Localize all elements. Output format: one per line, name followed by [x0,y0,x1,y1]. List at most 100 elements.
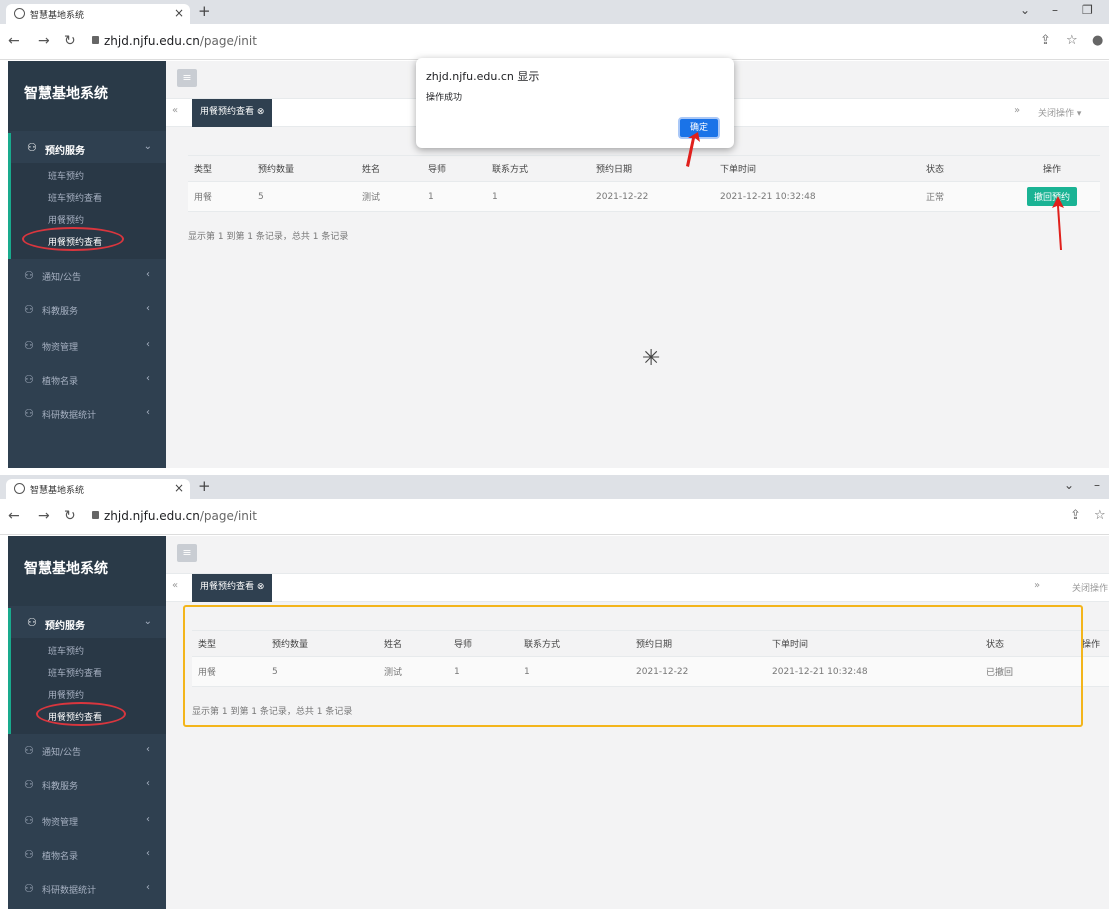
col-header: 类型 [188,155,252,182]
profile-icon[interactable]: ● [1092,33,1103,48]
browser-tab-title: 智慧基地系统 [30,486,85,496]
cell-order-time: 2021-12-21 10:32:48 [714,181,920,212]
table-header-row: 类型 预约数量 姓名 导师 联系方式 预约日期 下单时间 状态 操作 [188,155,1100,182]
tab-search-icon[interactable]: ⌄ [1064,478,1074,492]
red-arrow-icon [1052,196,1064,250]
tabs-scroll-right-icon[interactable]: » [1034,580,1040,591]
submenu-bus-booking[interactable]: 班车预约 [48,169,84,182]
sidebar: 智慧基地系统 ⚇ 预约服务 ⌄ 班车预约 班车预约查看 用餐预约 用餐预约查看 … [8,61,166,468]
menu-group-label: 预约服务 [45,146,85,157]
submenu-meal-booking[interactable]: 用餐预约 [48,688,84,701]
forward-icon[interactable]: → [38,508,50,524]
submenu-bus-booking-view[interactable]: 班车预约查看 [48,191,102,204]
col-header: 操作 [998,155,1100,182]
submenu-bus-booking[interactable]: 班车预约 [48,644,84,657]
chevron-left-icon: ‹ [146,848,150,859]
menu-item-research-stats[interactable]: ⚇ 科研数据统计 ‹ [8,880,166,900]
tabs-scroll-left-icon[interactable]: « [172,580,178,591]
share-icon[interactable]: ⇪ [1070,508,1081,523]
back-icon[interactable]: ← [8,508,20,524]
url-field[interactable]: zhjd.njfu.edu.cn/page/init [104,509,257,523]
bookmark-star-icon[interactable]: ☆ [1094,508,1106,523]
cluster-icon: ⚇ [24,882,34,895]
close-operations-dropdown[interactable]: 关闭操作 [1072,581,1108,594]
submenu-meal-booking[interactable]: 用餐预约 [48,213,84,226]
menu-item-materials[interactable]: ⚇ 物资管理 ‹ [8,812,166,832]
menu-item-label: 植物名录 [42,852,79,862]
tabs-scroll-right-icon[interactable]: » [1014,105,1020,116]
sidebar: 智慧基地系统 ⚇ 预约服务 ⌄ 班车预约 班车预约查看 用餐预约 用餐预约查看 … [8,536,166,909]
tab-meal-booking-view[interactable]: 用餐预约查看 ⊗ [192,99,273,127]
menu-item-label: 物资管理 [42,818,79,828]
submenu-bus-booking-view[interactable]: 班车预约查看 [48,666,102,679]
menu-item-label: 科教服务 [42,307,79,317]
menu-toggle-button[interactable]: ≡ [177,69,197,87]
menu-toggle-button[interactable]: ≡ [177,544,197,562]
share-icon[interactable]: ⇪ [1040,33,1051,48]
cluster-icon: ⚇ [24,778,34,791]
maximize-icon[interactable]: ❐ [1082,3,1093,17]
booking-table: 类型 预约数量 姓名 导师 联系方式 预约日期 下单时间 状态 操作 用餐 5 [188,155,1100,212]
menu-item-label: 科教服务 [42,782,79,792]
chevron-left-icon: ‹ [146,882,150,893]
new-tab-button[interactable]: + [198,2,211,20]
tab-close-icon[interactable]: × [174,6,184,20]
cluster-icon: ⚇ [24,744,34,757]
tab-search-icon[interactable]: ⌄ [1020,3,1030,17]
menu-group-reservation[interactable]: ⚇ 预约服务 ⌄ [8,133,166,163]
url-field[interactable]: zhjd.njfu.edu.cn/page/init [104,34,257,48]
col-header: 状态 [920,155,998,182]
bookmark-star-icon[interactable]: ☆ [1066,33,1078,48]
table-panel: 类型 预约数量 姓名 导师 联系方式 预约日期 下单时间 状态 操作 用餐 5 [176,139,1100,259]
cluster-icon: ⚇ [24,814,34,827]
menu-item-label: 通知/公告 [42,748,82,758]
browser-tab-title: 智慧基地系统 [30,11,85,21]
top-navbar: ≡ [166,536,1109,574]
brand-title: 智慧基地系统 [24,86,108,102]
col-header: 导师 [422,155,486,182]
menu-group-reservation[interactable]: ⚇ 预约服务 ⌄ [8,608,166,638]
chevron-left-icon: ‹ [146,407,150,418]
content-tabs: « 用餐预约查看 ⊗ » 关闭操作 [166,574,1109,602]
menu-item-materials[interactable]: ⚇ 物资管理 ‹ [8,337,166,357]
menu-item-research-stats[interactable]: ⚇ 科研数据统计 ‹ [8,405,166,425]
browser-tab-strip: 智慧基地系统 × + ⌄ – [0,475,1109,499]
col-header: 预约数量 [252,155,356,182]
reload-icon[interactable]: ↻ [64,33,76,49]
menu-item-plants[interactable]: ⚇ 植物名录 ‹ [8,371,166,391]
chevron-down-icon: ⌄ [143,141,152,152]
menu-item-science[interactable]: ⚇ 科教服务 ‹ [8,776,166,796]
cell-contact: 1 [486,181,590,212]
new-tab-button[interactable]: + [198,477,211,495]
close-operations-dropdown[interactable]: 关闭操作 ▾ [1038,106,1081,119]
cell-mentor: 1 [422,181,486,212]
globe-icon [14,8,25,19]
screenshot-before: 智慧基地系统 × + ⌄ – ❐ ← → ↻ zhjd.njfu.edu.cn/… [0,0,1109,468]
browser-tab[interactable]: 智慧基地系统 × [6,479,190,499]
tabs-scroll-left-icon[interactable]: « [172,105,178,116]
cluster-icon: ⚇ [24,848,34,861]
reload-icon[interactable]: ↻ [64,508,76,524]
chevron-left-icon: ‹ [146,778,150,789]
menu-item-label: 通知/公告 [42,273,82,283]
cluster-icon: ⚇ [27,616,37,629]
brand-title: 智慧基地系统 [24,561,108,577]
minimize-icon[interactable]: – [1052,3,1058,17]
menu-item-notice[interactable]: ⚇ 通知/公告 ‹ [8,267,166,287]
browser-tab[interactable]: 智慧基地系统 × [6,4,190,24]
menu-item-science[interactable]: ⚇ 科教服务 ‹ [8,301,166,321]
tab-meal-booking-view[interactable]: 用餐预约查看 ⊗ [192,574,273,602]
back-icon[interactable]: ← [8,33,20,49]
tab-close-icon[interactable]: × [174,481,184,495]
menu-group-label: 预约服务 [45,621,85,632]
menu-item-notice[interactable]: ⚇ 通知/公告 ‹ [8,742,166,762]
chevron-down-icon: ⌄ [143,616,152,627]
red-annotation-oval [22,227,124,251]
chevron-left-icon: ‹ [146,269,150,280]
menu-item-plants[interactable]: ⚇ 植物名录 ‹ [8,846,166,866]
lock-icon [92,36,99,44]
cell-name: 测试 [356,181,422,212]
minimize-icon[interactable]: – [1094,478,1100,492]
forward-icon[interactable]: → [38,33,50,49]
cell-quantity: 5 [252,181,356,212]
